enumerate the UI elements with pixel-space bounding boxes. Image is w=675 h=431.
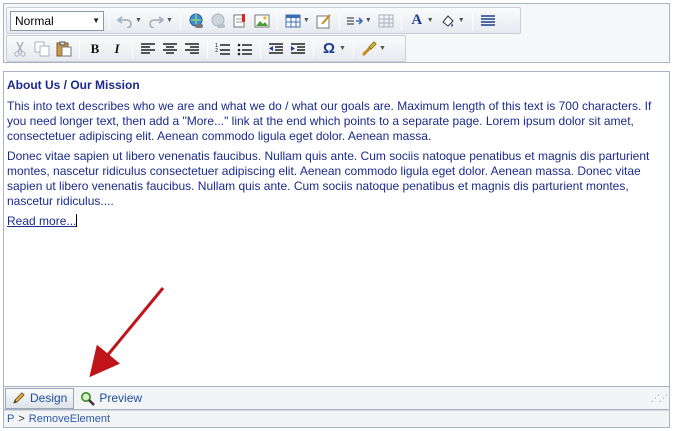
toolbar-separator: [179, 11, 181, 30]
cut-icon[interactable]: [10, 39, 30, 59]
remove-link-icon[interactable]: [208, 11, 228, 31]
preview-mode-button[interactable]: Preview: [74, 388, 148, 409]
undo-icon[interactable]: [115, 11, 135, 31]
content-paragraph-1: This into text describes who we are and …: [7, 99, 652, 143]
text-color-label: A: [411, 12, 423, 28]
path-item-remove-element[interactable]: RemoveElement: [29, 413, 110, 425]
toolbar-row-1: Normal ▼ ▼ ▼ ▼ ▼ A ▼ ▼: [6, 7, 521, 34]
toolbar-separator: [352, 39, 354, 58]
resize-grip-icon[interactable]: ⋰⋰: [651, 393, 668, 404]
editor-content-area[interactable]: About Us / Our Mission This into text de…: [3, 71, 670, 387]
special-char-label: Ω: [322, 40, 336, 57]
indent-icon[interactable]: [288, 39, 308, 59]
highlight-color-icon[interactable]: [438, 11, 458, 31]
snippet-dropdown-icon[interactable]: ▼: [365, 17, 372, 24]
text-color-dropdown-icon[interactable]: ▼: [427, 17, 434, 24]
toolbar-separator: [471, 11, 473, 30]
numbered-list-icon[interactable]: 12: [213, 39, 233, 59]
undo-dropdown-icon[interactable]: ▼: [135, 17, 142, 24]
chevron-down-icon: ▼: [92, 16, 100, 25]
toolbar-separator: [260, 39, 261, 58]
element-path-bar: P > RemoveElement: [3, 410, 670, 428]
insert-snippet-icon[interactable]: [345, 11, 365, 31]
insert-table-icon[interactable]: [283, 11, 303, 31]
text-caret: [76, 214, 78, 227]
align-left-icon[interactable]: [138, 39, 158, 59]
format-value: Normal: [15, 13, 54, 28]
pencil-icon: [13, 392, 25, 404]
path-item-p[interactable]: P: [7, 413, 14, 425]
toolbar-separator: [313, 39, 314, 58]
highlight-dropdown-icon[interactable]: ▼: [458, 17, 465, 24]
insert-image-icon[interactable]: [252, 11, 272, 31]
grid-icon[interactable]: [376, 11, 396, 31]
toolbar-separator: [276, 11, 278, 30]
toolbar-separator: [338, 11, 340, 30]
redo-icon[interactable]: [146, 11, 166, 31]
format-dropdown[interactable]: Normal ▼: [10, 10, 104, 31]
toolbar-separator: [132, 39, 133, 58]
align-right-icon[interactable]: [182, 39, 202, 59]
content-paragraph-2: Donec vitae sapien ut libero venenatis f…: [7, 149, 650, 208]
preview-mode-label: Preview: [99, 391, 143, 405]
editor-toolbar: Normal ▼ ▼ ▼ ▼ ▼ A ▼ ▼ B I 1 2 Ω ▼ ▼: [3, 3, 670, 63]
toolbar-separator: [207, 39, 208, 58]
design-mode-label: Design: [30, 391, 68, 405]
special-char-icon[interactable]: Ω: [319, 39, 339, 59]
outdent-icon[interactable]: [266, 39, 286, 59]
svg-text:2: 2: [215, 48, 218, 54]
edit-form-icon[interactable]: [314, 11, 334, 31]
table-dropdown-icon[interactable]: ▼: [303, 17, 310, 24]
text-color-icon[interactable]: A: [407, 11, 427, 31]
bold-button[interactable]: B: [85, 39, 105, 59]
format-stripper-dropdown-icon[interactable]: ▼: [379, 45, 386, 52]
design-mode-button[interactable]: Design: [5, 387, 75, 409]
insert-link-icon[interactable]: [186, 11, 206, 31]
editor-mode-bar: Design Preview ⋰⋰: [3, 387, 670, 410]
magnifier-icon: [81, 391, 96, 406]
toolbar-separator: [109, 11, 110, 30]
toolbar-row-2: B I 12 Ω ▼ ▼: [6, 35, 406, 62]
redo-dropdown-icon[interactable]: ▼: [166, 17, 173, 24]
read-more-link[interactable]: Read more...: [7, 214, 76, 228]
insert-anchor-icon[interactable]: [230, 11, 250, 31]
toolbar-separator: [79, 39, 80, 58]
align-center-icon[interactable]: [160, 39, 180, 59]
special-char-dropdown-icon[interactable]: ▼: [339, 45, 346, 52]
format-stripper-icon[interactable]: [359, 39, 379, 59]
paste-icon[interactable]: [54, 39, 74, 59]
bulleted-list-icon[interactable]: [235, 39, 255, 59]
italic-button[interactable]: I: [107, 39, 127, 59]
content-heading: About Us / Our Mission: [7, 78, 140, 92]
copy-icon[interactable]: [32, 39, 52, 59]
toolbar-separator: [400, 11, 402, 30]
path-separator: >: [18, 413, 25, 425]
align-justify-icon[interactable]: [478, 11, 498, 31]
